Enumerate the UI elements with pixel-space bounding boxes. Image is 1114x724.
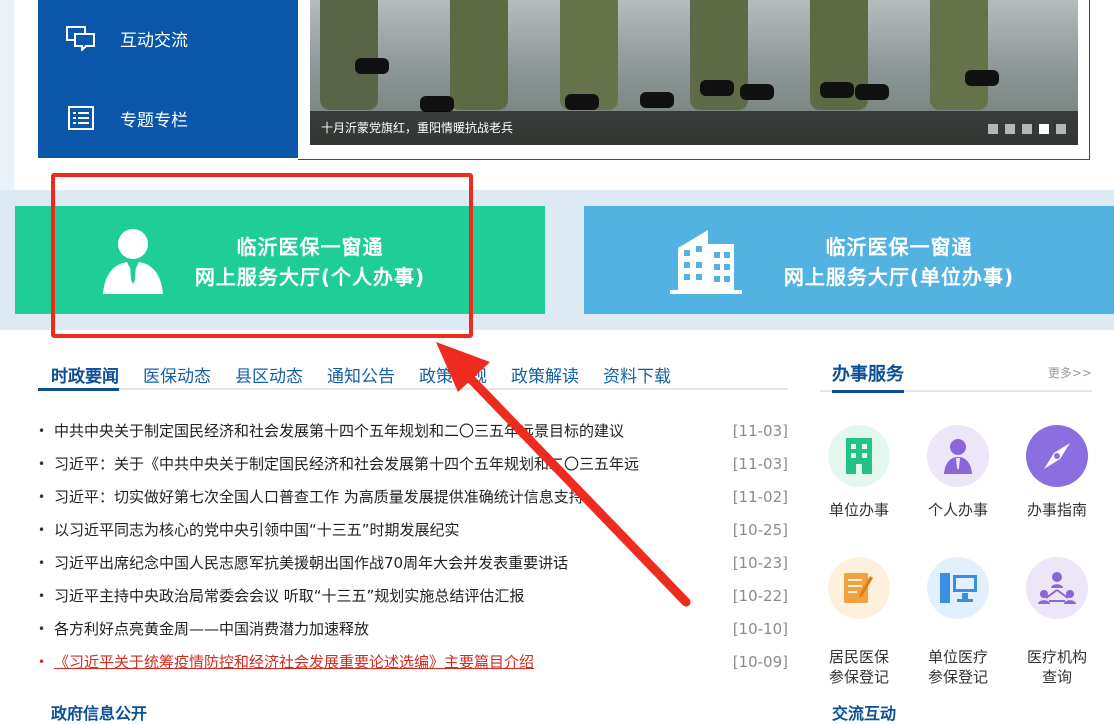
news-item[interactable]: • 习近平出席纪念中国人民志愿军抗美援朝出国作战70周年大会并发表重要讲话 [10-… [38,546,788,579]
person-icon [927,425,989,487]
left-nav: 互动交流 专题专栏 [38,0,298,158]
news-item[interactable]: • 各方利好点亮黄金周——中国消费潜力加速释放 [10-10] [38,612,788,645]
hall-line2: 网上服务大厅(单位办事) [783,265,1015,289]
news-slider[interactable]: 十月沂蒙党旗红，重阳情暖抗战老兵 [310,0,1078,145]
news-item[interactable]: • 以习近平同志为核心的党中央引领中国“十三五”时期发展纪实 [10-25] [38,513,788,546]
hall-line1: 临沂医保一窗通 [825,235,973,259]
building-icon [670,226,742,298]
form-icon [828,557,890,619]
slider-caption: 十月沂蒙党旗红，重阳情暖抗战老兵 [310,111,1078,145]
annotation-box [51,173,473,338]
building-icon [828,425,890,487]
service-label: 个人办事 [927,501,988,519]
network-icon [1026,557,1088,619]
service-unit-registration[interactable]: 单位医疗 参保登记 [913,537,1003,707]
service-resident-registration[interactable]: 居民医保 参保登记 [814,537,904,707]
hall-unit-button[interactable]: 临沂医保一窗通 网上服务大厅(单位办事) [584,206,1114,314]
news-date: [11-03] [732,421,788,440]
tab-notices[interactable]: 通知公告 [327,358,395,388]
slider-dot[interactable] [988,124,998,134]
tab-county-news[interactable]: 县区动态 [235,358,303,388]
service-label: 居民医保 参保登记 [828,648,889,686]
tab-policy-reading[interactable]: 政策解读 [511,358,579,388]
section-title-gov-info[interactable]: 政府信息公开 [38,700,788,724]
section-title-exchange[interactable]: 交流互动 [832,700,896,724]
chat-icon [66,23,96,53]
service-label: 单位医疗 参保登记 [927,648,988,686]
slider-dots [988,124,1066,134]
nav-item-label: 专题专栏 [120,110,188,131]
news-date: [10-10] [732,619,788,638]
news-date: [10-23] [732,553,788,572]
news-item[interactable]: • 习近平主持中央政治局常委会会议 听取“十三五”规划实施总结评估汇报 [10-22… [38,579,788,612]
nav-item-special[interactable]: 专题专栏 [66,98,188,138]
nav-item-label: 互动交流 [120,30,188,51]
news-item[interactable]: • 习近平：关于《中共中央关于制定国民经济和社会发展第十四个五年规划和二〇三五年远… [38,447,788,480]
slider-dot[interactable] [1005,124,1015,134]
news-list: • 中共中央关于制定国民经济和社会发展第十四个五年规划和二〇三五年远景目标的建议[… [38,414,788,678]
news-title: 习近平主持中央政治局常委会会议 听取“十三五”规划实施总结评估汇报 [54,587,525,605]
service-guide[interactable]: 办事指南 [1012,425,1102,520]
news-title: 习近平：关于《中共中央关于制定国民经济和社会发展第十四个五年规划和二〇三五年远 [54,455,640,473]
news-date: [10-09] [732,652,788,671]
computer-icon [927,557,989,619]
news-item[interactable]: • 习近平：切实做好第七次全国人口普查工作 为高质量发展提供准确统计信息支持 [11… [38,480,788,513]
compass-icon [1026,425,1088,487]
tab-downloads[interactable]: 资料下载 [603,358,671,388]
news-date: [10-22] [732,586,788,605]
slider-dot-active[interactable] [1039,124,1049,134]
service-unit[interactable]: 单位办事 [814,425,904,520]
tab-regulations[interactable]: 政策法规 [419,358,487,388]
tab-politics[interactable]: 时政要闻 [38,358,119,391]
news-date: [11-02] [732,487,788,506]
service-label: 办事指南 [1026,501,1087,519]
service-institution-query[interactable]: 医疗机构 查询 [1012,537,1102,707]
news-title: 各方利好点亮黄金周——中国消费潜力加速释放 [54,620,370,638]
news-title: 《习近平关于统筹疫情防控和经济社会发展重要论述选编》主要篇目介绍 [54,653,535,671]
news-tabs: 时政要闻 医保动态 县区动态 通知公告 政策法规 政策解读 资料下载 [38,358,788,391]
service-personal[interactable]: 个人办事 [913,425,1003,520]
news-item[interactable]: • 中共中央关于制定国民经济和社会发展第十四个五年规划和二〇三五年远景目标的建议[… [38,414,788,447]
news-title: 习近平出席纪念中国人民志愿军抗美援朝出国作战70周年大会并发表重要讲话 [54,554,569,572]
list-icon [66,103,96,133]
slider-dot[interactable] [1056,124,1066,134]
service-label: 医疗机构 查询 [1026,648,1087,686]
news-title: 习近平：切实做好第七次全国人口普查工作 为高质量发展提供准确统计信息支持 [54,488,584,506]
news-title: 以习近平同志为核心的党中央引领中国“十三五”时期发展纪实 [54,521,460,539]
news-title: 中共中央关于制定国民经济和社会发展第十四个五年规划和二〇三五年远景目标的建议 [54,422,625,440]
more-link[interactable]: 更多>> [1048,364,1092,381]
slider-dot[interactable] [1022,124,1032,134]
services-header: 办事服务 更多>> [820,360,1092,393]
news-date: [11-03] [732,454,788,473]
nav-item-interaction[interactable]: 互动交流 [66,18,188,58]
tab-medical-news[interactable]: 医保动态 [143,358,211,388]
news-item-highlight[interactable]: • 《习近平关于统筹疫情防控和经济社会发展重要论述选编》主要篇目介绍 [10-09] [38,645,788,678]
services-title: 办事服务 [832,360,904,393]
service-label: 单位办事 [828,501,889,519]
news-date: [10-25] [732,520,788,539]
